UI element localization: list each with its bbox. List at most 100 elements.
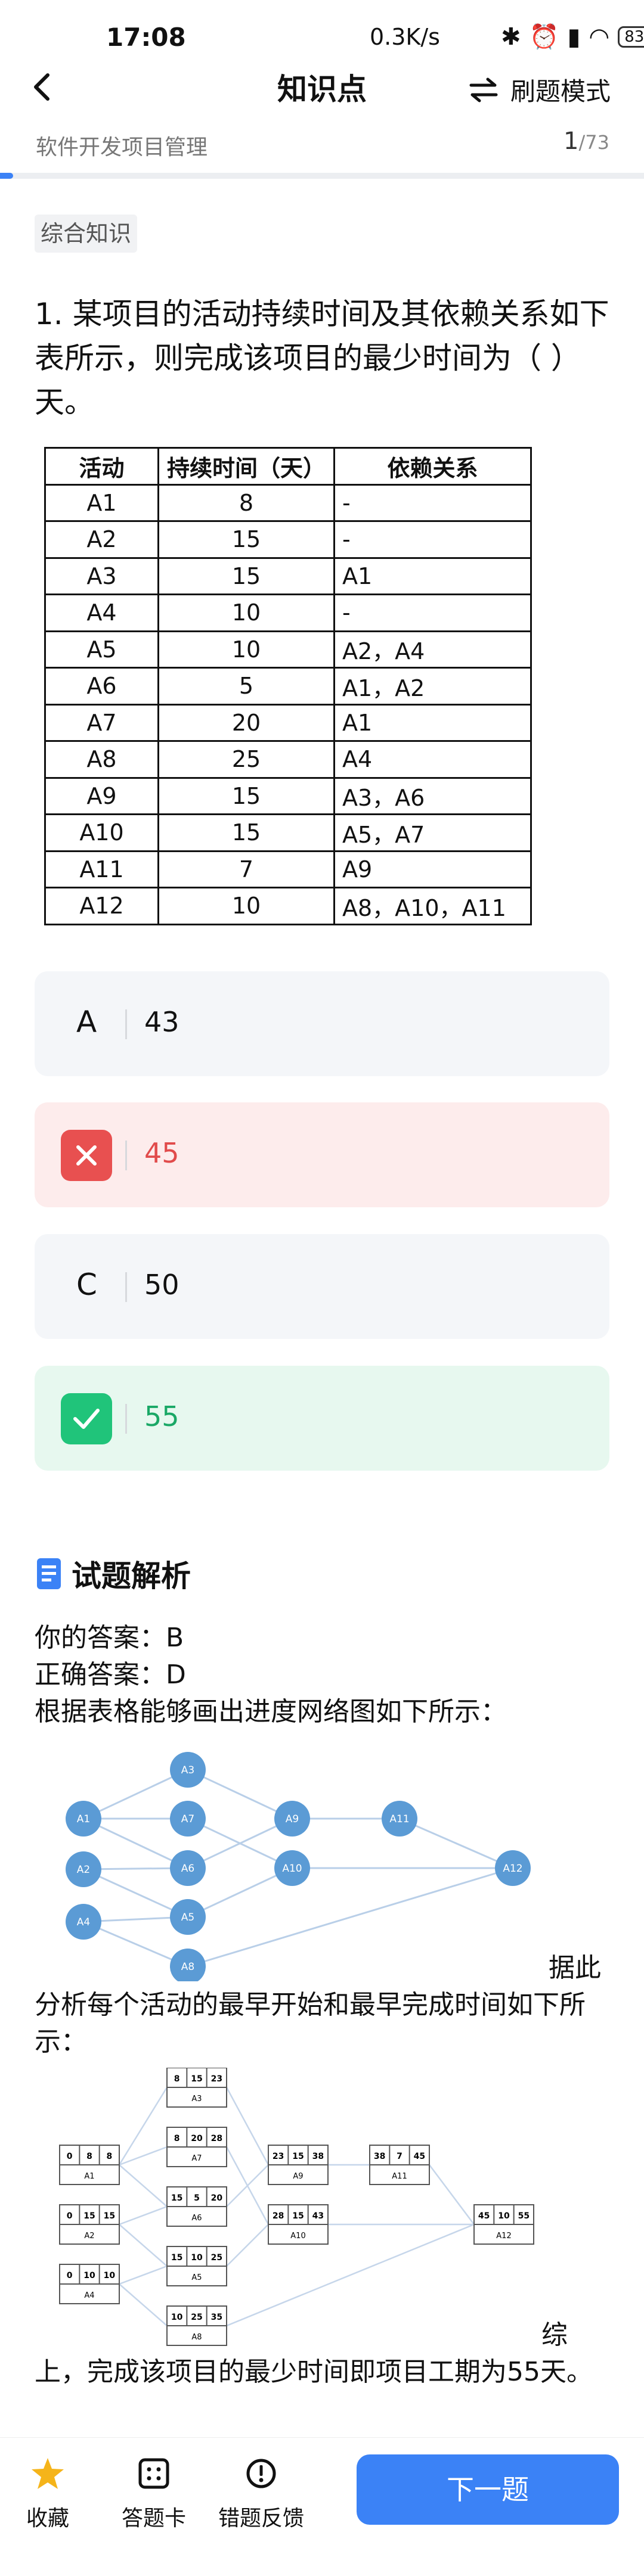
alarm-icon: ⏰ bbox=[529, 23, 559, 51]
cell-activity: A4 bbox=[44, 593, 159, 632]
schedule-es: 0 bbox=[67, 2152, 73, 2161]
schedule-box: 0 8 8 A1 bbox=[59, 2145, 120, 2185]
answer-card-icon bbox=[106, 2456, 202, 2491]
option-b[interactable]: 45 bbox=[35, 1102, 609, 1207]
schedule-ef: 8 bbox=[106, 2152, 112, 2161]
network-node-label: A9 bbox=[286, 1813, 299, 1825]
schedule-id: A12 bbox=[496, 2232, 511, 2241]
cell-activity: A8 bbox=[44, 740, 159, 779]
schedule-es: 45 bbox=[478, 2211, 490, 2221]
cell-duration: 5 bbox=[157, 667, 335, 706]
mode-toggle-button[interactable]: 刷题模式 bbox=[469, 72, 611, 108]
divider bbox=[125, 1141, 127, 1170]
table-row: A6 5 A1，A2 bbox=[44, 667, 532, 706]
col-header-activity: 活动 bbox=[44, 447, 159, 486]
cell-duration: 25 bbox=[157, 740, 335, 779]
favorite-button[interactable]: 收藏 bbox=[0, 2456, 95, 2532]
cell-activity: A1 bbox=[44, 483, 159, 522]
network-node-label: A6 bbox=[181, 1863, 194, 1875]
question-counter: 1/73 bbox=[564, 128, 609, 155]
status-icons: ✱ ⏰ ▮ ◠ 83 bbox=[501, 23, 644, 51]
option-value: 50 bbox=[144, 1269, 179, 1301]
schedule-es: 23 bbox=[273, 2152, 284, 2161]
schedule-ef: 38 bbox=[312, 2152, 324, 2161]
schedule-id: A3 bbox=[191, 2095, 202, 2103]
table-header-row: 活动 持续时间（天） 依赖关系 bbox=[44, 447, 532, 486]
progress-fill bbox=[0, 173, 13, 179]
table-row: A1 8- bbox=[44, 483, 532, 522]
schedule-id: A1 bbox=[84, 2172, 94, 2181]
bottom-nav: 收藏 答题卡 错题反馈 下一题 bbox=[0, 2437, 644, 2576]
wrong-icon bbox=[61, 1130, 112, 1181]
schedule-es: 15 bbox=[171, 2253, 182, 2263]
schedule-edge bbox=[225, 2087, 270, 2165]
feedback-label: 错题反馈 bbox=[218, 2506, 304, 2531]
schedule-es: 0 bbox=[67, 2271, 73, 2280]
cell-dependency: A3，A6 bbox=[333, 776, 532, 815]
schedule-d: 15 bbox=[292, 2211, 304, 2221]
schedule-id: A6 bbox=[191, 2214, 202, 2223]
schedule-edge bbox=[119, 2164, 168, 2207]
cell-duration: 8 bbox=[157, 483, 335, 522]
cell-dependency: A9 bbox=[333, 850, 532, 888]
schedule-ef: 55 bbox=[518, 2211, 530, 2221]
schedule-ef: 15 bbox=[104, 2211, 115, 2221]
schedule-es: 28 bbox=[273, 2211, 284, 2221]
table-row: A7 20 A1 bbox=[44, 703, 532, 742]
schedule-ef: 10 bbox=[104, 2271, 116, 2280]
next-question-button[interactable]: 下一题 bbox=[357, 2454, 619, 2525]
schedule-d: 5 bbox=[194, 2193, 200, 2203]
schedule-box: 10 25 35 A8 bbox=[166, 2305, 227, 2346]
schedule-ef: 35 bbox=[211, 2313, 222, 2322]
network-diagram: A1 A2 A4 A3 A7 A6 A5 A8 A9 A10 A11 A12 bbox=[66, 1752, 531, 1981]
swap-icon bbox=[469, 77, 498, 102]
favorite-label: 收藏 bbox=[26, 2506, 69, 2531]
schedule-box: 38 7 45 A11 bbox=[369, 2145, 430, 2185]
category-tag: 综合知识 bbox=[35, 215, 138, 253]
schedule-edge bbox=[225, 2146, 270, 2225]
cell-activity: A5 bbox=[44, 630, 159, 669]
network-node-label: A12 bbox=[503, 1863, 522, 1875]
schedule-d: 8 bbox=[86, 2152, 92, 2161]
divider bbox=[125, 1404, 127, 1434]
alert-icon bbox=[213, 2456, 309, 2491]
option-d[interactable]: 55 bbox=[35, 1366, 609, 1471]
cell-duration: 10 bbox=[157, 593, 335, 632]
cell-duration: 10 bbox=[157, 630, 335, 669]
schedule-d: 15 bbox=[292, 2152, 304, 2161]
answer-card-button[interactable]: 答题卡 bbox=[106, 2456, 202, 2532]
schedule-d: 20 bbox=[191, 2134, 203, 2143]
signal-icon: ▮ bbox=[567, 23, 581, 51]
feedback-button[interactable]: 错题反馈 bbox=[213, 2456, 309, 2532]
cell-activity: A6 bbox=[44, 667, 159, 706]
cell-dependency: - bbox=[333, 483, 532, 522]
schedule-id: A7 bbox=[191, 2154, 202, 2163]
sub-bar: 软件开发项目管理 1/73 bbox=[0, 128, 644, 172]
option-a[interactable]: A 43 bbox=[35, 971, 609, 1076]
schedule-ef: 45 bbox=[414, 2152, 425, 2161]
cell-dependency: A1，A2 bbox=[333, 667, 532, 706]
table-row: A12 10 A8，A10，A11 bbox=[44, 887, 532, 925]
network-node-label: A7 bbox=[181, 1813, 194, 1825]
schedule-d: 15 bbox=[191, 2074, 202, 2084]
schedule-box: 0 15 15 A2 bbox=[59, 2204, 120, 2245]
network-node-label: A3 bbox=[181, 1764, 194, 1776]
schedule-es: 38 bbox=[374, 2152, 385, 2161]
schedule-es: 8 bbox=[174, 2134, 180, 2143]
schedule-es: 0 bbox=[67, 2211, 73, 2221]
table-row: A3 15 A1 bbox=[44, 557, 532, 595]
schedule-d: 10 bbox=[191, 2253, 203, 2263]
schedule-edge bbox=[119, 2205, 168, 2226]
table-row: A5 10 A2，A4 bbox=[44, 630, 532, 669]
cell-activity: A11 bbox=[44, 850, 159, 888]
explanation-line-1: 根据表格能够画出进度网络图如下所示： bbox=[35, 1696, 507, 1727]
option-c[interactable]: C 50 bbox=[35, 1234, 609, 1339]
network-node-label: A8 bbox=[181, 1961, 194, 1973]
schedule-d: 10 bbox=[498, 2211, 510, 2221]
schedule-box: 23 15 38 A9 bbox=[268, 2145, 329, 2185]
schedule-edge bbox=[226, 2223, 475, 2327]
network-edge bbox=[399, 1817, 513, 1869]
schedule-edge bbox=[118, 2087, 168, 2165]
cell-activity: A3 bbox=[44, 557, 159, 595]
explanation-title: 试题解析 bbox=[72, 1559, 191, 1593]
